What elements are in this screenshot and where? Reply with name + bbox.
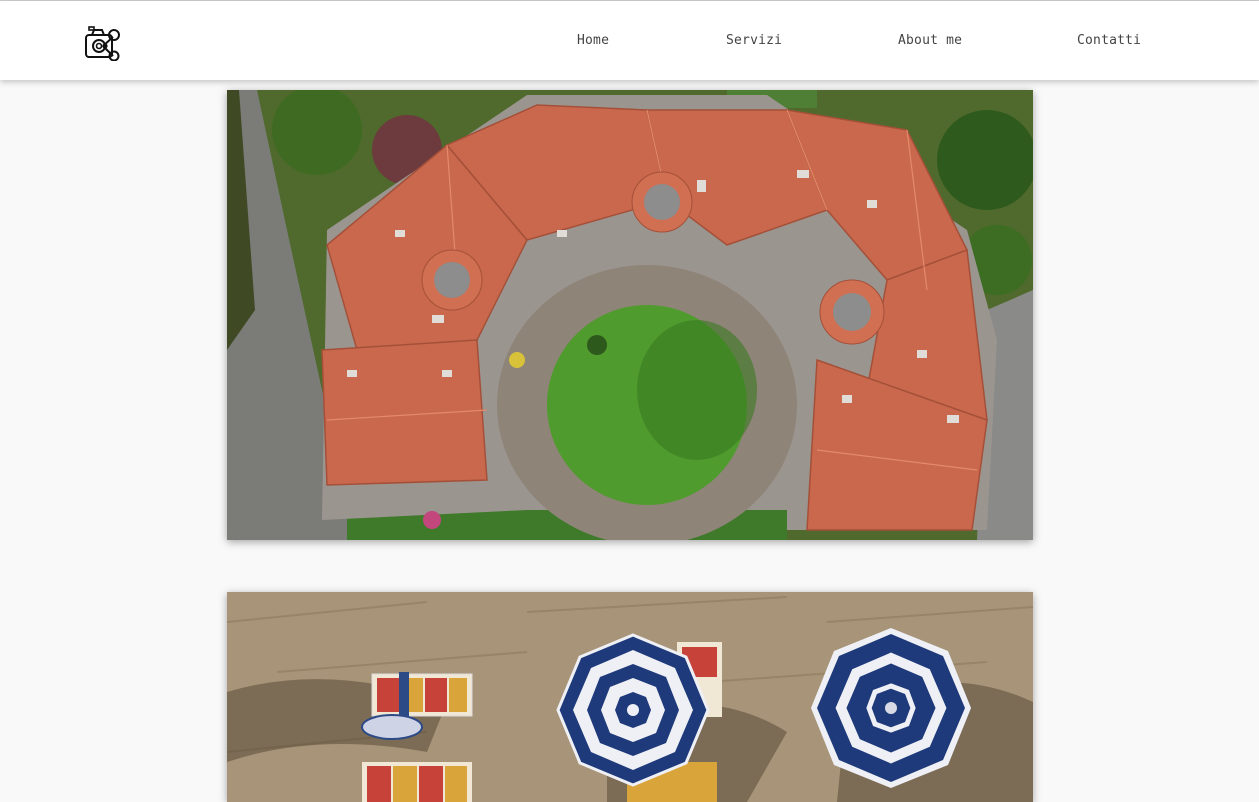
- nav-servizi-link[interactable]: Servizi: [726, 33, 782, 48]
- nav-contatti-link[interactable]: Contatti: [1077, 33, 1141, 48]
- gallery-photo-aerial-building[interactable]: [227, 90, 1033, 540]
- gallery-photo-beach-umbrellas[interactable]: [227, 592, 1033, 802]
- camera-drone-logo-icon: [85, 26, 120, 62]
- nav-home-link[interactable]: Home: [577, 33, 609, 48]
- nav-about-link[interactable]: About me: [898, 33, 962, 48]
- logo-link[interactable]: [84, 25, 122, 62]
- navbar: Home Servizi About me Contatti: [0, 1, 1259, 80]
- aerial-building-image: [227, 90, 1033, 540]
- beach-umbrellas-image: [227, 592, 1033, 802]
